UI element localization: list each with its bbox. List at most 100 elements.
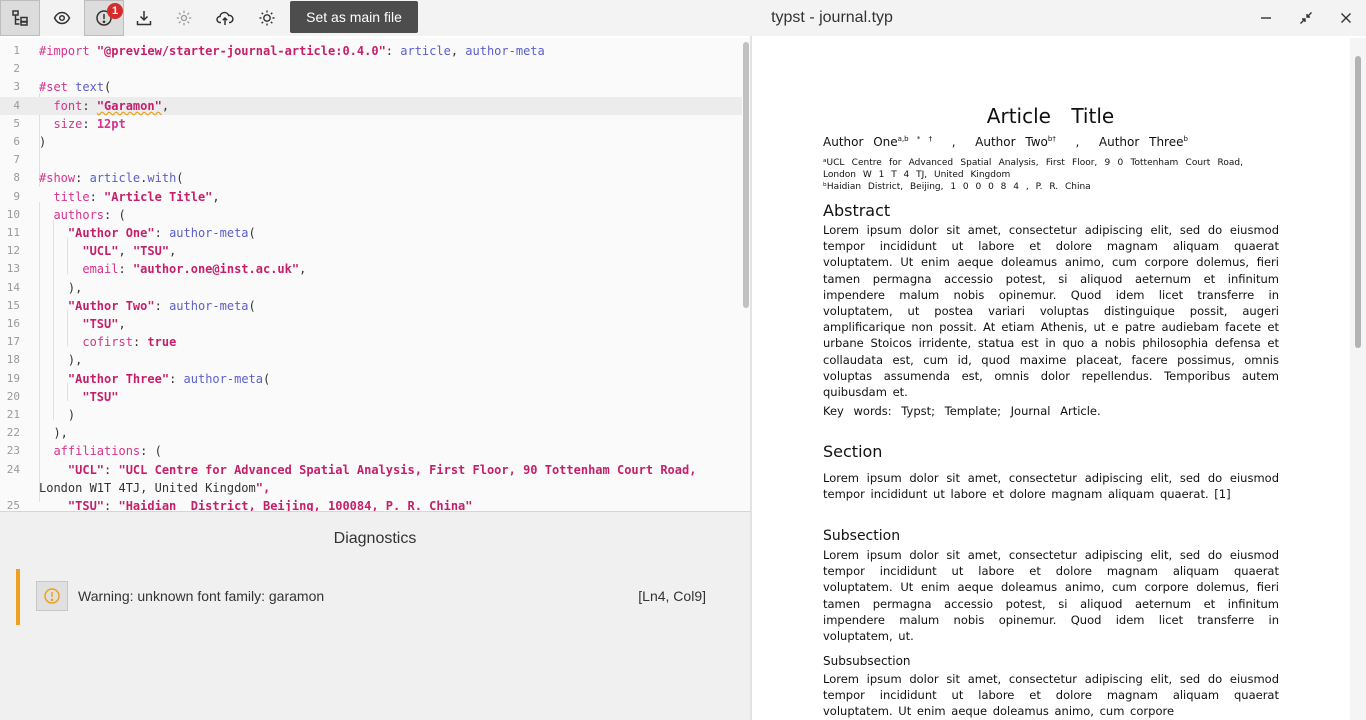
subsubsection-heading: Subsubsection (823, 654, 911, 668)
line-number: 2 (13, 62, 20, 76)
code-line[interactable]: 13 email: "author.one@inst.ac.uk", (0, 260, 742, 278)
code-text: ) (39, 408, 76, 422)
outline-icon (12, 10, 28, 26)
code-line[interactable]: 16 "TSU", (0, 315, 742, 333)
affiliation: ᵇHaidian District, Beijing, 1 0 0 0 8 4 … (823, 182, 1091, 192)
code-line[interactable]: 24 "UCL": "UCL Centre for Advanced Spati… (0, 461, 742, 479)
code-text: #set text( (39, 80, 112, 95)
code-line[interactable]: 14 ), (0, 279, 742, 297)
code-text: email: "author.one@inst.ac.uk", (82, 262, 307, 277)
line-number: 21 (6, 408, 20, 421)
window-title: typst - journal.typ (771, 9, 893, 26)
line-number: 19 (6, 371, 20, 385)
code-editor[interactable]: 1 #import "@preview/starter-journal-artic… (0, 38, 750, 512)
line-number: 24 (6, 462, 20, 476)
article-title: Article Title (986, 104, 1115, 128)
code-line[interactable]: 6) (0, 133, 742, 151)
code-line[interactable]: 5 size: 12pt (0, 115, 742, 133)
code-line[interactable]: 23 affiliations: ( (0, 442, 742, 460)
author-name: Author One (823, 135, 898, 149)
code-line[interactable]: 15 "Author Two": author-meta( (0, 297, 742, 315)
subsection-heading: Subsection (823, 528, 901, 544)
set-main-file-button[interactable]: Set as main file (290, 1, 418, 33)
line-number: 8 (13, 171, 20, 185)
code-line[interactable]: 21 ) (0, 406, 742, 424)
cloud-upload-button[interactable] (205, 0, 245, 36)
code-line[interactable]: 8 #show: article.with( (0, 169, 742, 187)
code-line[interactable]: 1 #import "@preview/starter-journal-artic… (0, 42, 742, 60)
diagnostics-panel: Diagnostics Warning: unknown font family… (0, 512, 750, 720)
preview-scrollbar[interactable] (1355, 56, 1361, 348)
minimize-button[interactable] (1246, 0, 1286, 36)
keywords: Key words: Typst; Template; Journal Arti… (823, 404, 1101, 418)
code-line[interactable]: London W1T 4TJ, United Kingdom", (0, 479, 742, 497)
code-line[interactable]: 18 ), (0, 351, 742, 369)
diagnostics-count-badge: 1 (107, 3, 123, 19)
line-number: 4 (13, 98, 20, 112)
code-line[interactable]: 20 "TSU" (0, 388, 742, 406)
sun-icon (259, 10, 275, 26)
code-line[interactable]: 11 "Author One": author-meta( (0, 224, 742, 242)
code-text: "TSU" (82, 389, 119, 404)
subsubsection-text: Lorem ipsum dolor sit amet, consectetur … (823, 672, 1279, 719)
collapse-icon (1300, 12, 1312, 24)
code-line[interactable]: 19 "Author Three": author-meta( (0, 370, 742, 388)
line-number: 6 (13, 135, 20, 148)
download-button[interactable] (124, 0, 164, 36)
section-heading: Section (823, 442, 883, 461)
warning-indicator-bar (16, 569, 20, 625)
code-line[interactable]: 22 ), (0, 424, 742, 442)
code-line[interactable]: 9 title: "Article Title", (0, 188, 742, 206)
code-text: ), (39, 353, 83, 368)
author-marks: b† (1047, 135, 1056, 143)
close-icon (1341, 13, 1351, 23)
section-text: Lorem ipsum dolor sit amet, consectetur … (823, 471, 1279, 502)
line-number: 16 (6, 317, 20, 330)
code-line[interactable]: 7 (0, 151, 742, 169)
close-button[interactable] (1326, 0, 1366, 36)
code-text: "TSU": "Haidian District, Beijing, 10008… (67, 499, 473, 512)
line-number: 11 (6, 226, 20, 239)
theme-toggle-button[interactable] (247, 0, 287, 36)
restore-button[interactable] (1286, 0, 1326, 36)
code-line[interactable]: 10 authors: ( (0, 206, 742, 224)
line-number: 18 (6, 353, 20, 367)
code-text: size: 12pt (53, 116, 126, 131)
diagnostic-item[interactable]: Warning: unknown font family: garamon [L… (16, 569, 728, 625)
author-list: Author Onea,b * † , Author Twob† , Autho… (823, 135, 1188, 149)
code-text: "Author Two": author-meta( (67, 298, 256, 313)
code-text: #show: article.with( (39, 171, 184, 186)
outline-button[interactable] (0, 0, 40, 36)
preview-toggle-button[interactable] (42, 0, 82, 36)
diagnostics-button[interactable]: 1 (84, 0, 124, 36)
toolbar: 1 Set as main file typst - journal.typ (0, 0, 1366, 36)
code-text: "TSU", (82, 317, 126, 331)
editor-scrollbar[interactable] (743, 42, 749, 308)
code-text: ) (39, 135, 47, 149)
code-text: affiliations: ( (53, 444, 162, 459)
code-line[interactable]: 12 "UCL", "TSU", (0, 242, 742, 260)
download-icon (136, 11, 152, 26)
author-marks: b (1183, 135, 1188, 143)
code-text: London W1T 4TJ, United Kingdom", (39, 480, 271, 495)
subsection-text: Lorem ipsum dolor sit amet, consectetur … (823, 548, 1279, 644)
code-text: ), (39, 426, 68, 441)
line-number: 13 (6, 262, 20, 276)
diagnostic-location[interactable]: [Ln4, Col9] (638, 588, 706, 604)
author-marks: a,b * † (897, 135, 933, 143)
gear-icon (176, 10, 192, 26)
code-line[interactable]: 3 #set text( (0, 78, 742, 96)
settings-button[interactable] (164, 0, 204, 36)
code-line[interactable]: 4 font: "Garamon", (0, 96, 742, 115)
author-name: Author Two (975, 135, 1048, 149)
code-text: "Author One": author-meta( (67, 226, 256, 240)
affiliation: ᵃUCL Centre for Advanced Spatial Analysi… (823, 158, 1243, 180)
minimize-icon (1261, 17, 1271, 19)
line-number: 7 (13, 153, 20, 167)
code-text: title: "Article Title", (53, 189, 220, 204)
code-line[interactable]: 17 cofirst: true (0, 333, 742, 351)
code-line[interactable]: 25 "TSU": "Haidian District, Beijing, 10… (0, 497, 742, 512)
document-preview[interactable]: Article Title Author Onea,b * † , Author… (752, 38, 1349, 720)
code-line[interactable]: 2 (0, 60, 742, 78)
cloud-upload-icon (216, 11, 234, 25)
